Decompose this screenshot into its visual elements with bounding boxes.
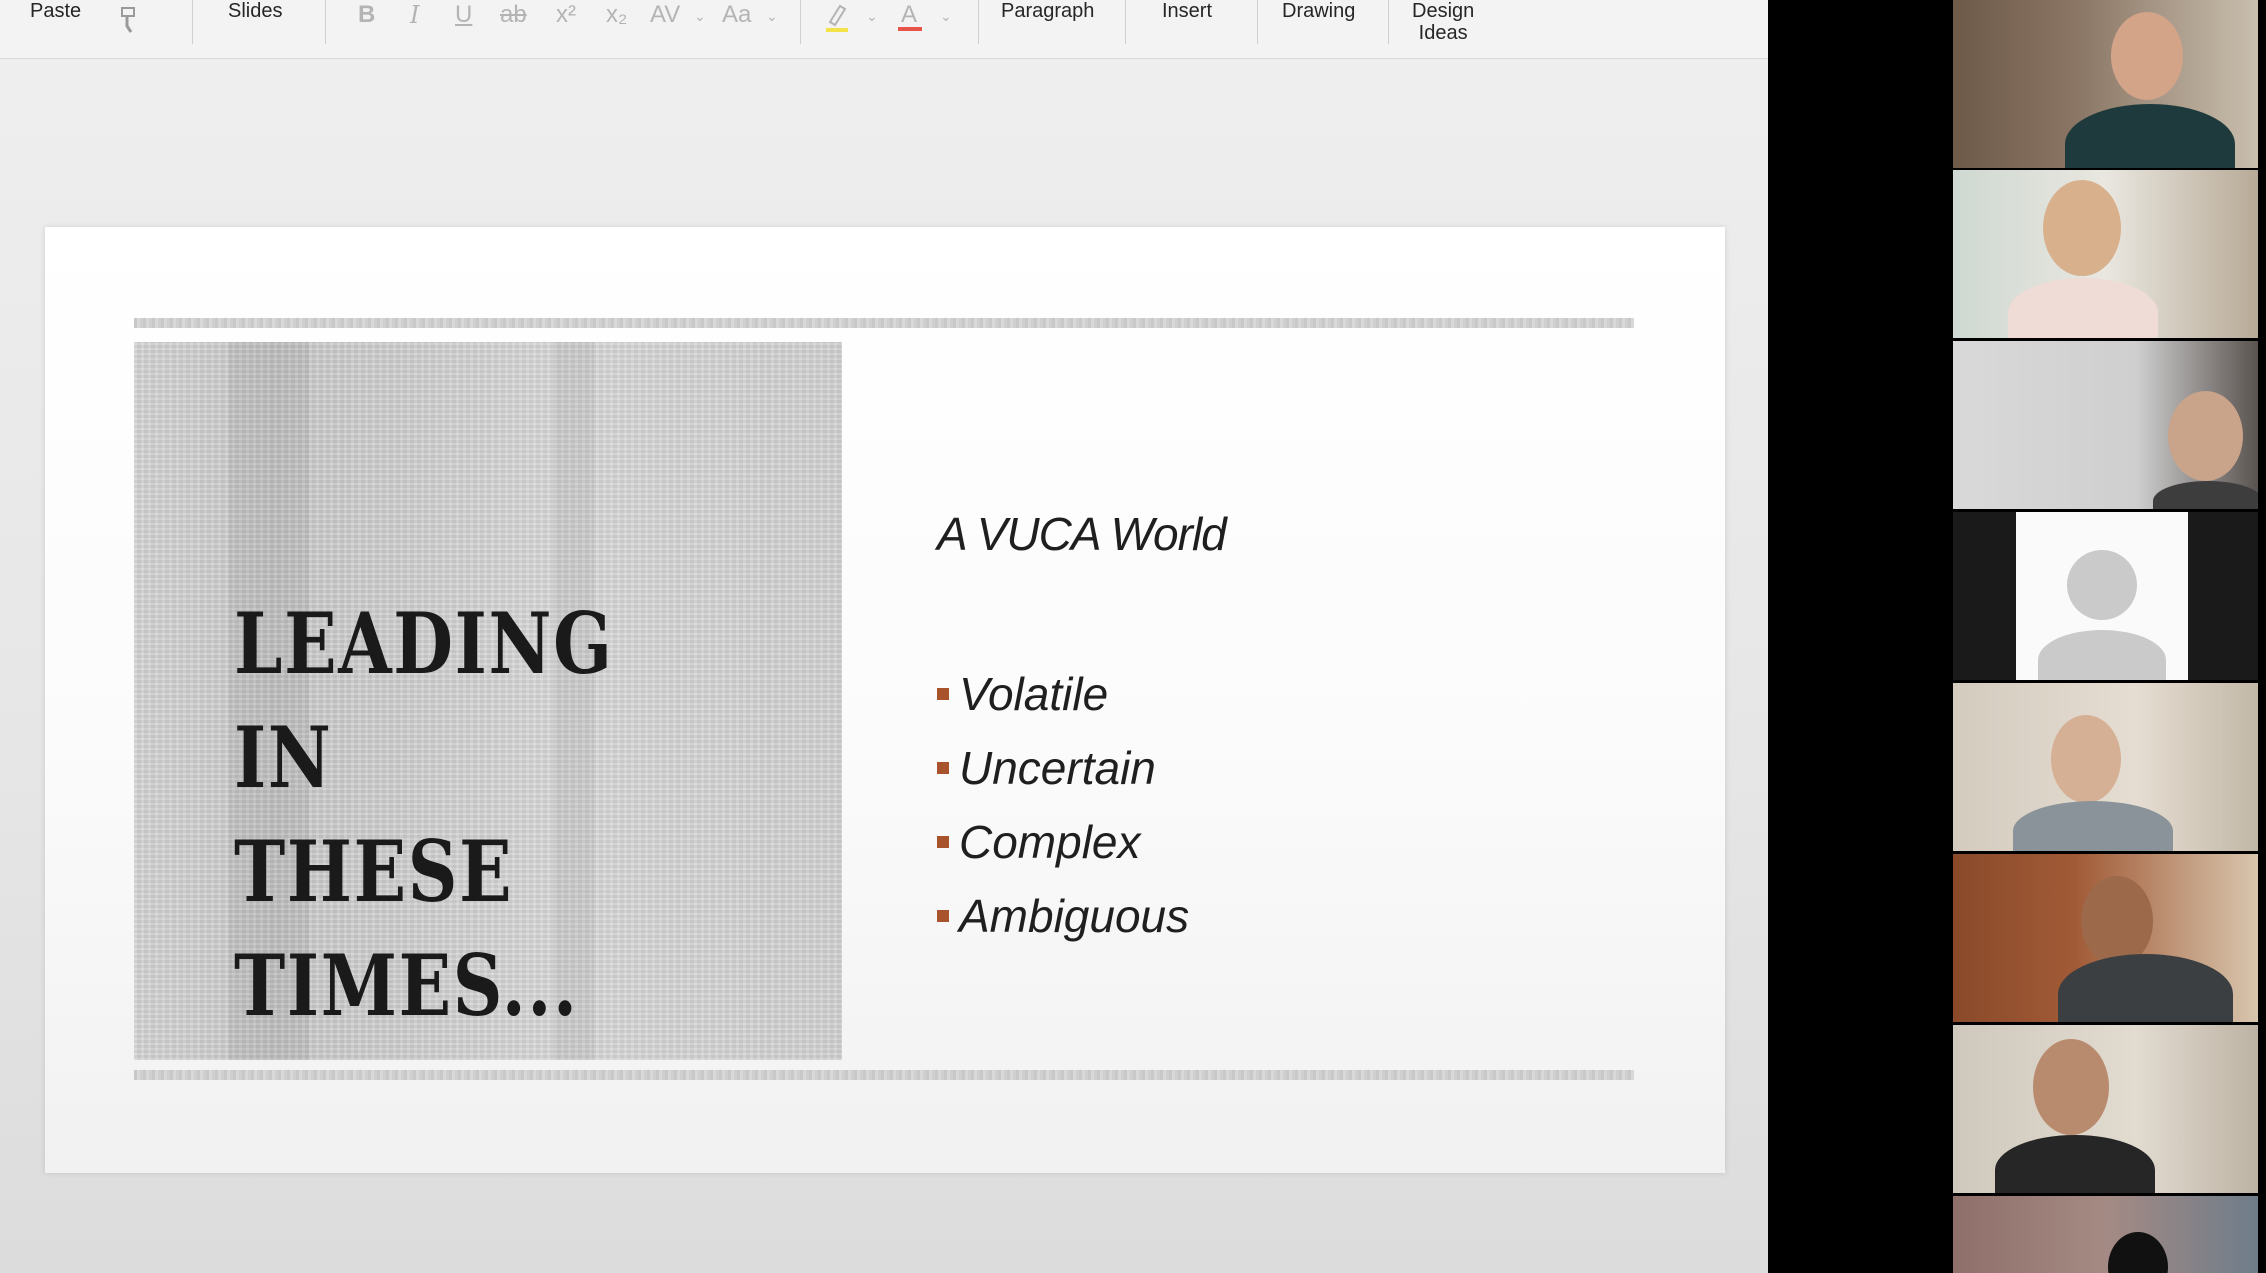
slide-canvas[interactable]: LEADING IN THESE TIMES... A VUCA World V… — [45, 227, 1725, 1173]
bullet-marker — [937, 762, 949, 774]
participant-head — [2168, 391, 2243, 481]
avatar-background — [2016, 512, 2188, 680]
drawing-menu[interactable]: Drawing — [1282, 0, 1355, 22]
list-item: Uncertain — [937, 731, 1189, 805]
participant-body — [2008, 278, 2158, 338]
list-item: Complex — [937, 805, 1189, 879]
chevron-down-icon[interactable]: ⌄ — [766, 8, 778, 25]
superscript-button[interactable]: x² — [556, 0, 576, 30]
font-color-icon[interactable]: A — [896, 0, 924, 32]
list-item: Ambiguous — [937, 879, 1189, 953]
bold-button[interactable]: B — [358, 0, 375, 30]
chevron-down-icon[interactable]: ⌄ — [866, 8, 878, 25]
bullet-text: Ambiguous — [959, 890, 1190, 942]
bullet-text: Volatile — [959, 668, 1109, 720]
participant-body — [1995, 1135, 2155, 1193]
slides-menu[interactable]: Slides — [228, 0, 282, 22]
bullet-text: Complex — [959, 816, 1141, 868]
paste-button[interactable]: Paste — [30, 0, 81, 22]
ribbon-divider — [800, 0, 801, 44]
avatar-body-icon — [2038, 630, 2166, 680]
ribbon-divider — [1388, 0, 1389, 44]
list-item: Volatile — [937, 657, 1189, 731]
participant-avatar-tile[interactable] — [1953, 512, 2258, 680]
top-rule — [134, 318, 1634, 328]
participant-video-tile[interactable] — [1953, 341, 2258, 509]
participant-gallery — [1768, 0, 2266, 1273]
participant-body — [2153, 481, 2258, 509]
character-spacing-button[interactable]: AV — [650, 0, 680, 30]
participant-video-tile[interactable] — [1953, 170, 2258, 338]
participant-video-tile[interactable] — [1953, 854, 2258, 1022]
bullet-text: Uncertain — [959, 742, 1156, 794]
ribbon-divider — [978, 0, 979, 44]
ribbon-divider — [325, 0, 326, 44]
bullet-marker — [937, 836, 949, 848]
chevron-down-icon[interactable]: ⌄ — [940, 8, 952, 25]
insert-menu[interactable]: Insert — [1162, 0, 1212, 22]
ribbon-toolbar: Paste Slides B I U ab x² x₂ AV ⌄ Aa ⌄ ⌄ … — [0, 0, 1768, 59]
ribbon-divider — [192, 0, 193, 44]
bullet-marker — [937, 688, 949, 700]
ribbon-divider — [1125, 0, 1126, 44]
bullet-marker — [937, 910, 949, 922]
participant-head — [2051, 715, 2121, 803]
change-case-button[interactable]: Aa — [722, 0, 751, 30]
italic-button[interactable]: I — [410, 0, 419, 30]
title-panel: LEADING IN THESE TIMES... — [134, 342, 842, 1060]
highlighter-icon[interactable] — [824, 2, 850, 32]
chevron-down-icon[interactable]: ⌄ — [694, 8, 706, 25]
slide-subtitle: A VUCA World — [937, 508, 1227, 560]
participant-video-tile[interactable] — [1953, 1025, 2258, 1193]
participant-body — [2013, 801, 2173, 851]
subscript-button[interactable]: x₂ — [606, 0, 627, 30]
format-painter-icon[interactable] — [118, 6, 140, 34]
participant-body — [2058, 954, 2233, 1022]
participant-head — [2108, 1232, 2168, 1273]
participant-head — [2111, 12, 2183, 100]
strikethrough-button[interactable]: ab — [500, 0, 527, 30]
participant-head — [2081, 876, 2153, 966]
presentation-app: Paste Slides B I U ab x² x₂ AV ⌄ Aa ⌄ ⌄ … — [0, 0, 1768, 1273]
participant-head — [2043, 180, 2121, 276]
ribbon-divider — [1257, 0, 1258, 44]
bottom-rule — [134, 1070, 1634, 1080]
avatar-head-icon — [2067, 550, 2137, 620]
svg-text:A: A — [901, 1, 917, 28]
participant-body — [2065, 104, 2235, 168]
slide-title: LEADING IN THESE TIMES... — [234, 594, 614, 1035]
participant-video-tile[interactable] — [1953, 0, 2258, 168]
paragraph-menu[interactable]: Paragraph — [1001, 0, 1094, 22]
bullet-list: Volatile Uncertain Complex Ambiguous — [937, 657, 1189, 953]
underline-button[interactable]: U — [455, 0, 472, 30]
participant-head — [2033, 1039, 2109, 1135]
participant-video-tile[interactable] — [1953, 1196, 2258, 1273]
participant-video-tile[interactable] — [1953, 683, 2258, 851]
design-ideas-button[interactable]: Design Ideas — [1412, 0, 1474, 44]
